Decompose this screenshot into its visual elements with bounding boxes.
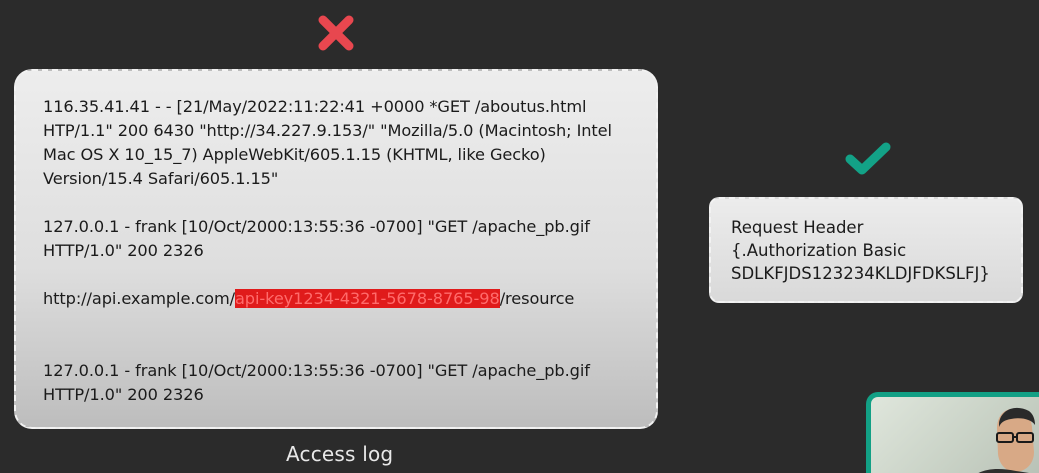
- log-line: HTTP/1.0" 200 2326: [43, 241, 204, 260]
- log-line: 127.0.0.1 - frank [10/Oct/2000:13:55:36 …: [43, 361, 590, 380]
- x-icon: [318, 15, 354, 51]
- log-line: 127.0.0.1 - frank [10/Oct/2000:13:55:36 …: [43, 217, 590, 236]
- url-prefix: http://api.example.com/: [43, 289, 235, 308]
- request-header-card: Request Header {.Authorization Basic SDL…: [709, 197, 1023, 303]
- presenter-avatar-icon: [978, 407, 1035, 473]
- log-entry-1: 116.35.41.41 - - [21/May/2022:11:22:41 +…: [43, 95, 634, 191]
- log-entry-2: 127.0.0.1 - frank [10/Oct/2000:13:55:36 …: [43, 215, 634, 263]
- log-line: Mac OS X 10_15_7) AppleWebKit/605.1.15 (…: [43, 145, 546, 164]
- log-line: HTP/1.1" 200 6430 "http://34.227.9.153/"…: [43, 121, 612, 140]
- slide: 116.35.41.41 - - [21/May/2022:11:22:41 +…: [0, 0, 1039, 473]
- request-header-auth: {.Authorization Basic: [731, 241, 907, 260]
- url-suffix: /resource: [499, 289, 575, 308]
- presenter-webcam: [866, 392, 1039, 473]
- request-header-token: SDLKFJDS123234KLDJFDKSLFJ}: [731, 264, 990, 283]
- log-line: 116.35.41.41 - - [21/May/2022:11:22:41 +…: [43, 97, 587, 116]
- leaked-api-key: api-key1234-4321-5678-8765-98: [234, 289, 500, 308]
- access-log-card: 116.35.41.41 - - [21/May/2022:11:22:41 +…: [14, 69, 658, 429]
- check-icon: [845, 142, 891, 175]
- log-line: Version/15.4 Safari/605.1.15": [43, 169, 279, 188]
- request-header-title: Request Header: [731, 218, 864, 237]
- log-entry-4: 127.0.0.1 - frank [10/Oct/2000:13:55:36 …: [43, 359, 634, 407]
- access-log-caption: Access log: [286, 442, 394, 466]
- log-line: HTTP/1.0" 200 2326: [43, 385, 204, 404]
- log-entry-url: http://api.example.com/api-key1234-4321-…: [43, 287, 634, 311]
